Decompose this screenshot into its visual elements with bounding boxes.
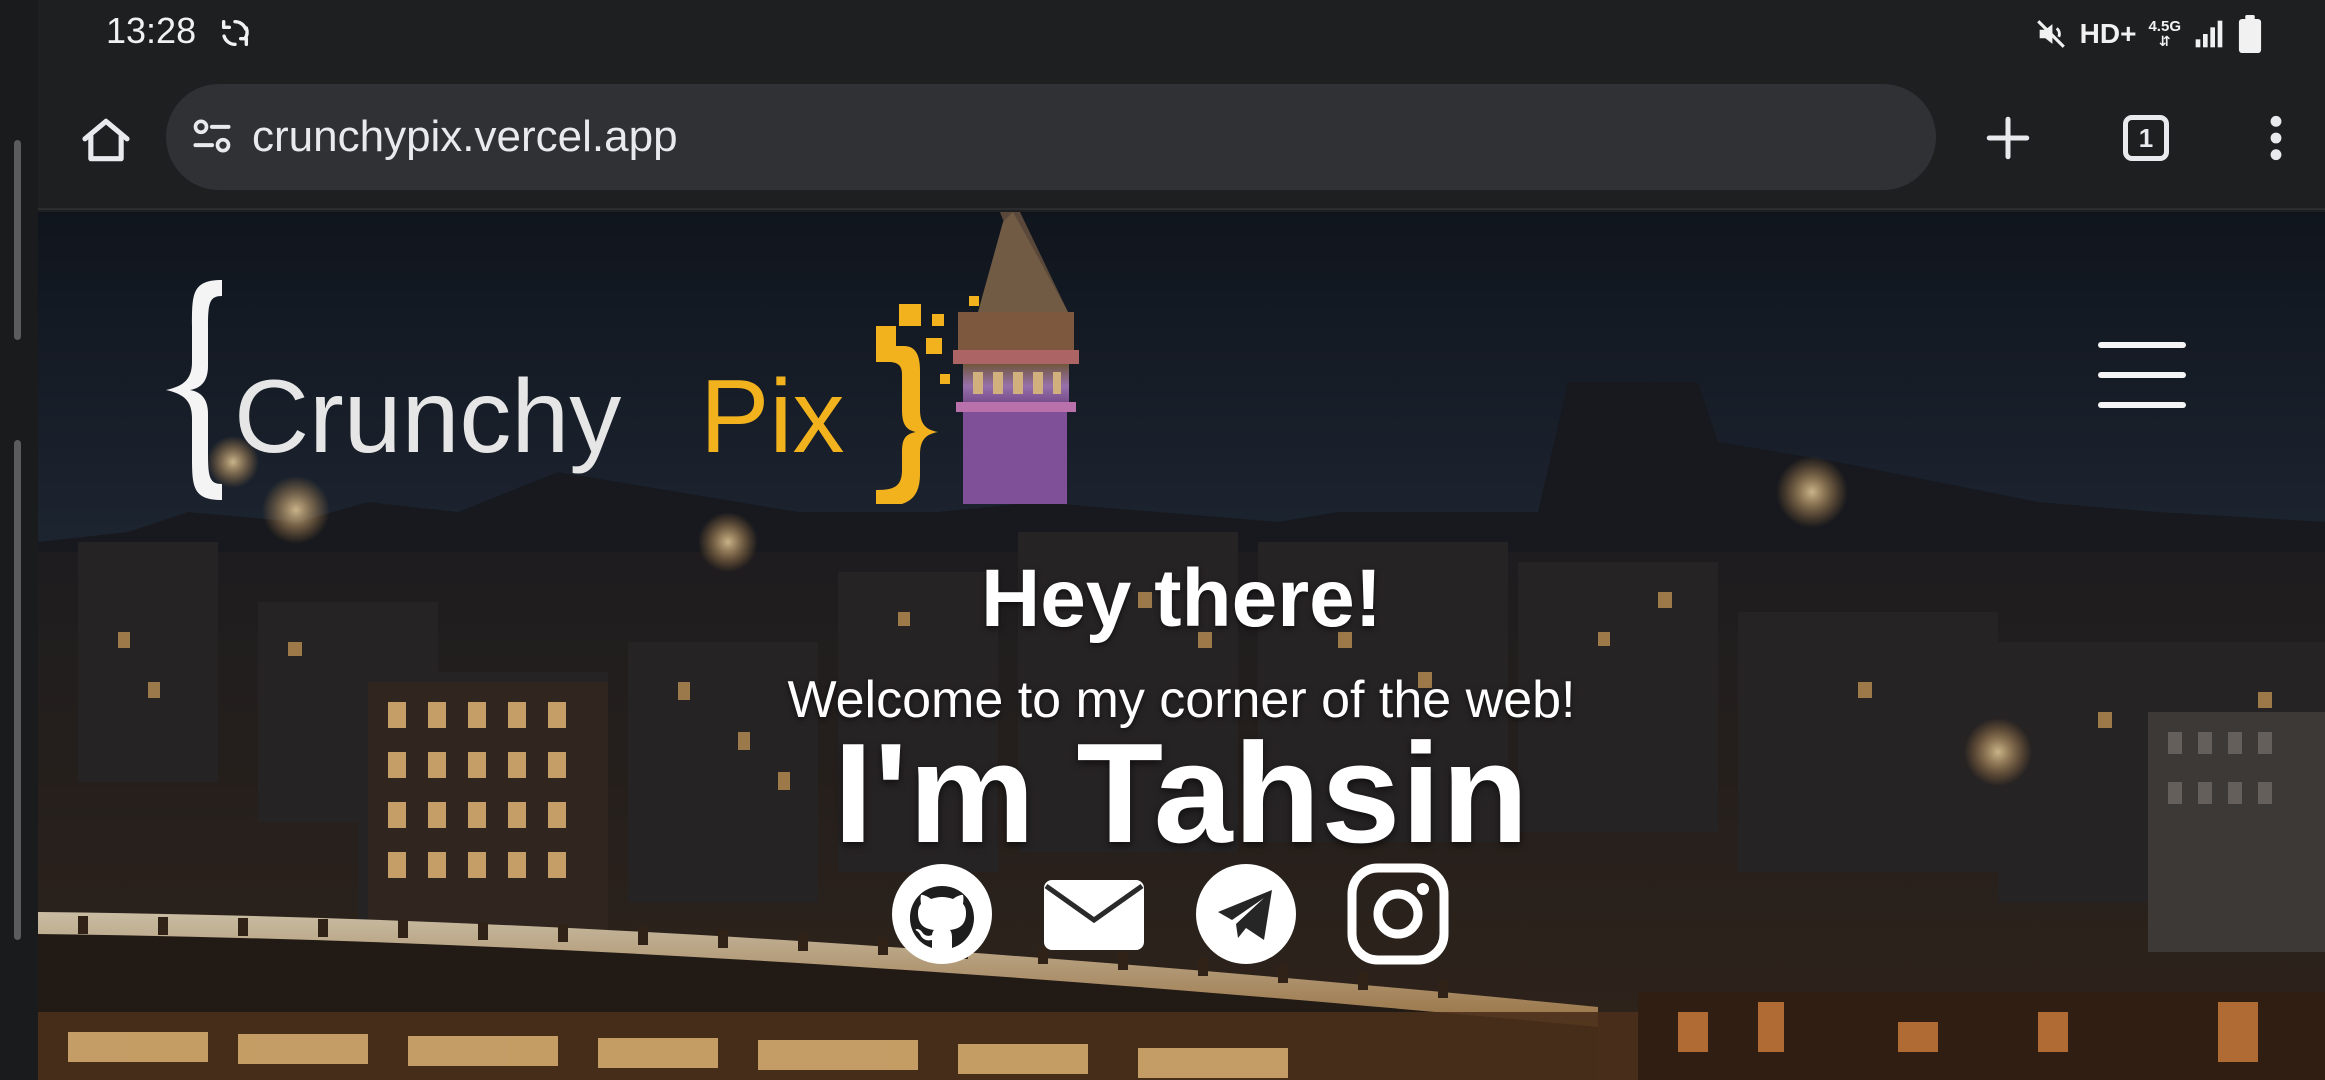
more-vert-icon — [2270, 115, 2282, 161]
hero-name-heading: I'm Tahsin — [833, 714, 1530, 873]
site-logo[interactable]: Crunchy Pix — [164, 274, 984, 504]
plus-icon — [1986, 116, 2030, 160]
site-settings-icon[interactable] — [190, 114, 234, 158]
menu-line — [2098, 342, 2186, 348]
sync-icon — [221, 19, 249, 47]
network-label: HD+ — [2079, 18, 2137, 49]
logo-text-crunchy: Crunchy — [234, 359, 621, 475]
menu-line — [2098, 402, 2186, 408]
instagram-link[interactable] — [1346, 862, 1450, 966]
email-link[interactable] — [1042, 862, 1146, 966]
status-bar: 13:28 HD+ 4.5G ⇵ — [38, 0, 2325, 68]
home-icon — [82, 118, 130, 162]
address-bar[interactable]: crunchypix.vercel.app — [166, 84, 1936, 190]
new-tab-button[interactable] — [1968, 98, 2048, 178]
mail-icon — [1044, 880, 1144, 950]
browser-toolbar: crunchypix.vercel.app 1 — [38, 68, 2325, 210]
menu-line — [2098, 372, 2186, 378]
hero-greeting: Hey there! — [980, 553, 1383, 644]
instagram-icon — [1347, 863, 1449, 965]
phone-screen: 13:28 HD+ 4.5G ⇵ crunchypix.vercel.app 1… — [0, 0, 2325, 1080]
more-menu-button[interactable] — [2236, 98, 2316, 178]
battery-icon — [2238, 15, 2262, 53]
hamburger-menu-button[interactable] — [2098, 342, 2190, 414]
data-arrows-icon: ⇵ — [2158, 33, 2171, 49]
social-links — [38, 862, 2325, 972]
logo-right-brace-icon — [876, 296, 979, 504]
logo-left-brace-icon — [166, 280, 222, 500]
github-icon — [892, 864, 992, 964]
mute-icon — [2036, 20, 2065, 48]
telegram-icon — [1196, 864, 1296, 964]
telegram-link[interactable] — [1194, 862, 1298, 966]
status-time: 13:28 — [106, 10, 197, 51]
github-link[interactable] — [890, 862, 994, 966]
tab-count: 1 — [2123, 115, 2169, 161]
signal-icon — [2195, 20, 2223, 48]
logo-text-pix: Pix — [700, 359, 844, 475]
home-button[interactable] — [68, 102, 144, 178]
tab-switcher-button[interactable]: 1 — [2106, 98, 2186, 178]
edge-handle[interactable] — [14, 140, 21, 340]
status-icons: HD+ 4.5G ⇵ — [2034, 12, 2263, 56]
web-page: Crunchy Pix Hey there! Welcome to my cor… — [38, 212, 2325, 1080]
network-type: 4.5G ⇵ — [2148, 19, 2181, 49]
url-text[interactable]: crunchypix.vercel.app — [252, 112, 678, 162]
side-edge-bar — [0, 0, 38, 1080]
scrollbar-track[interactable] — [14, 440, 21, 940]
network-type-label: 4.5G — [2148, 18, 2181, 35]
